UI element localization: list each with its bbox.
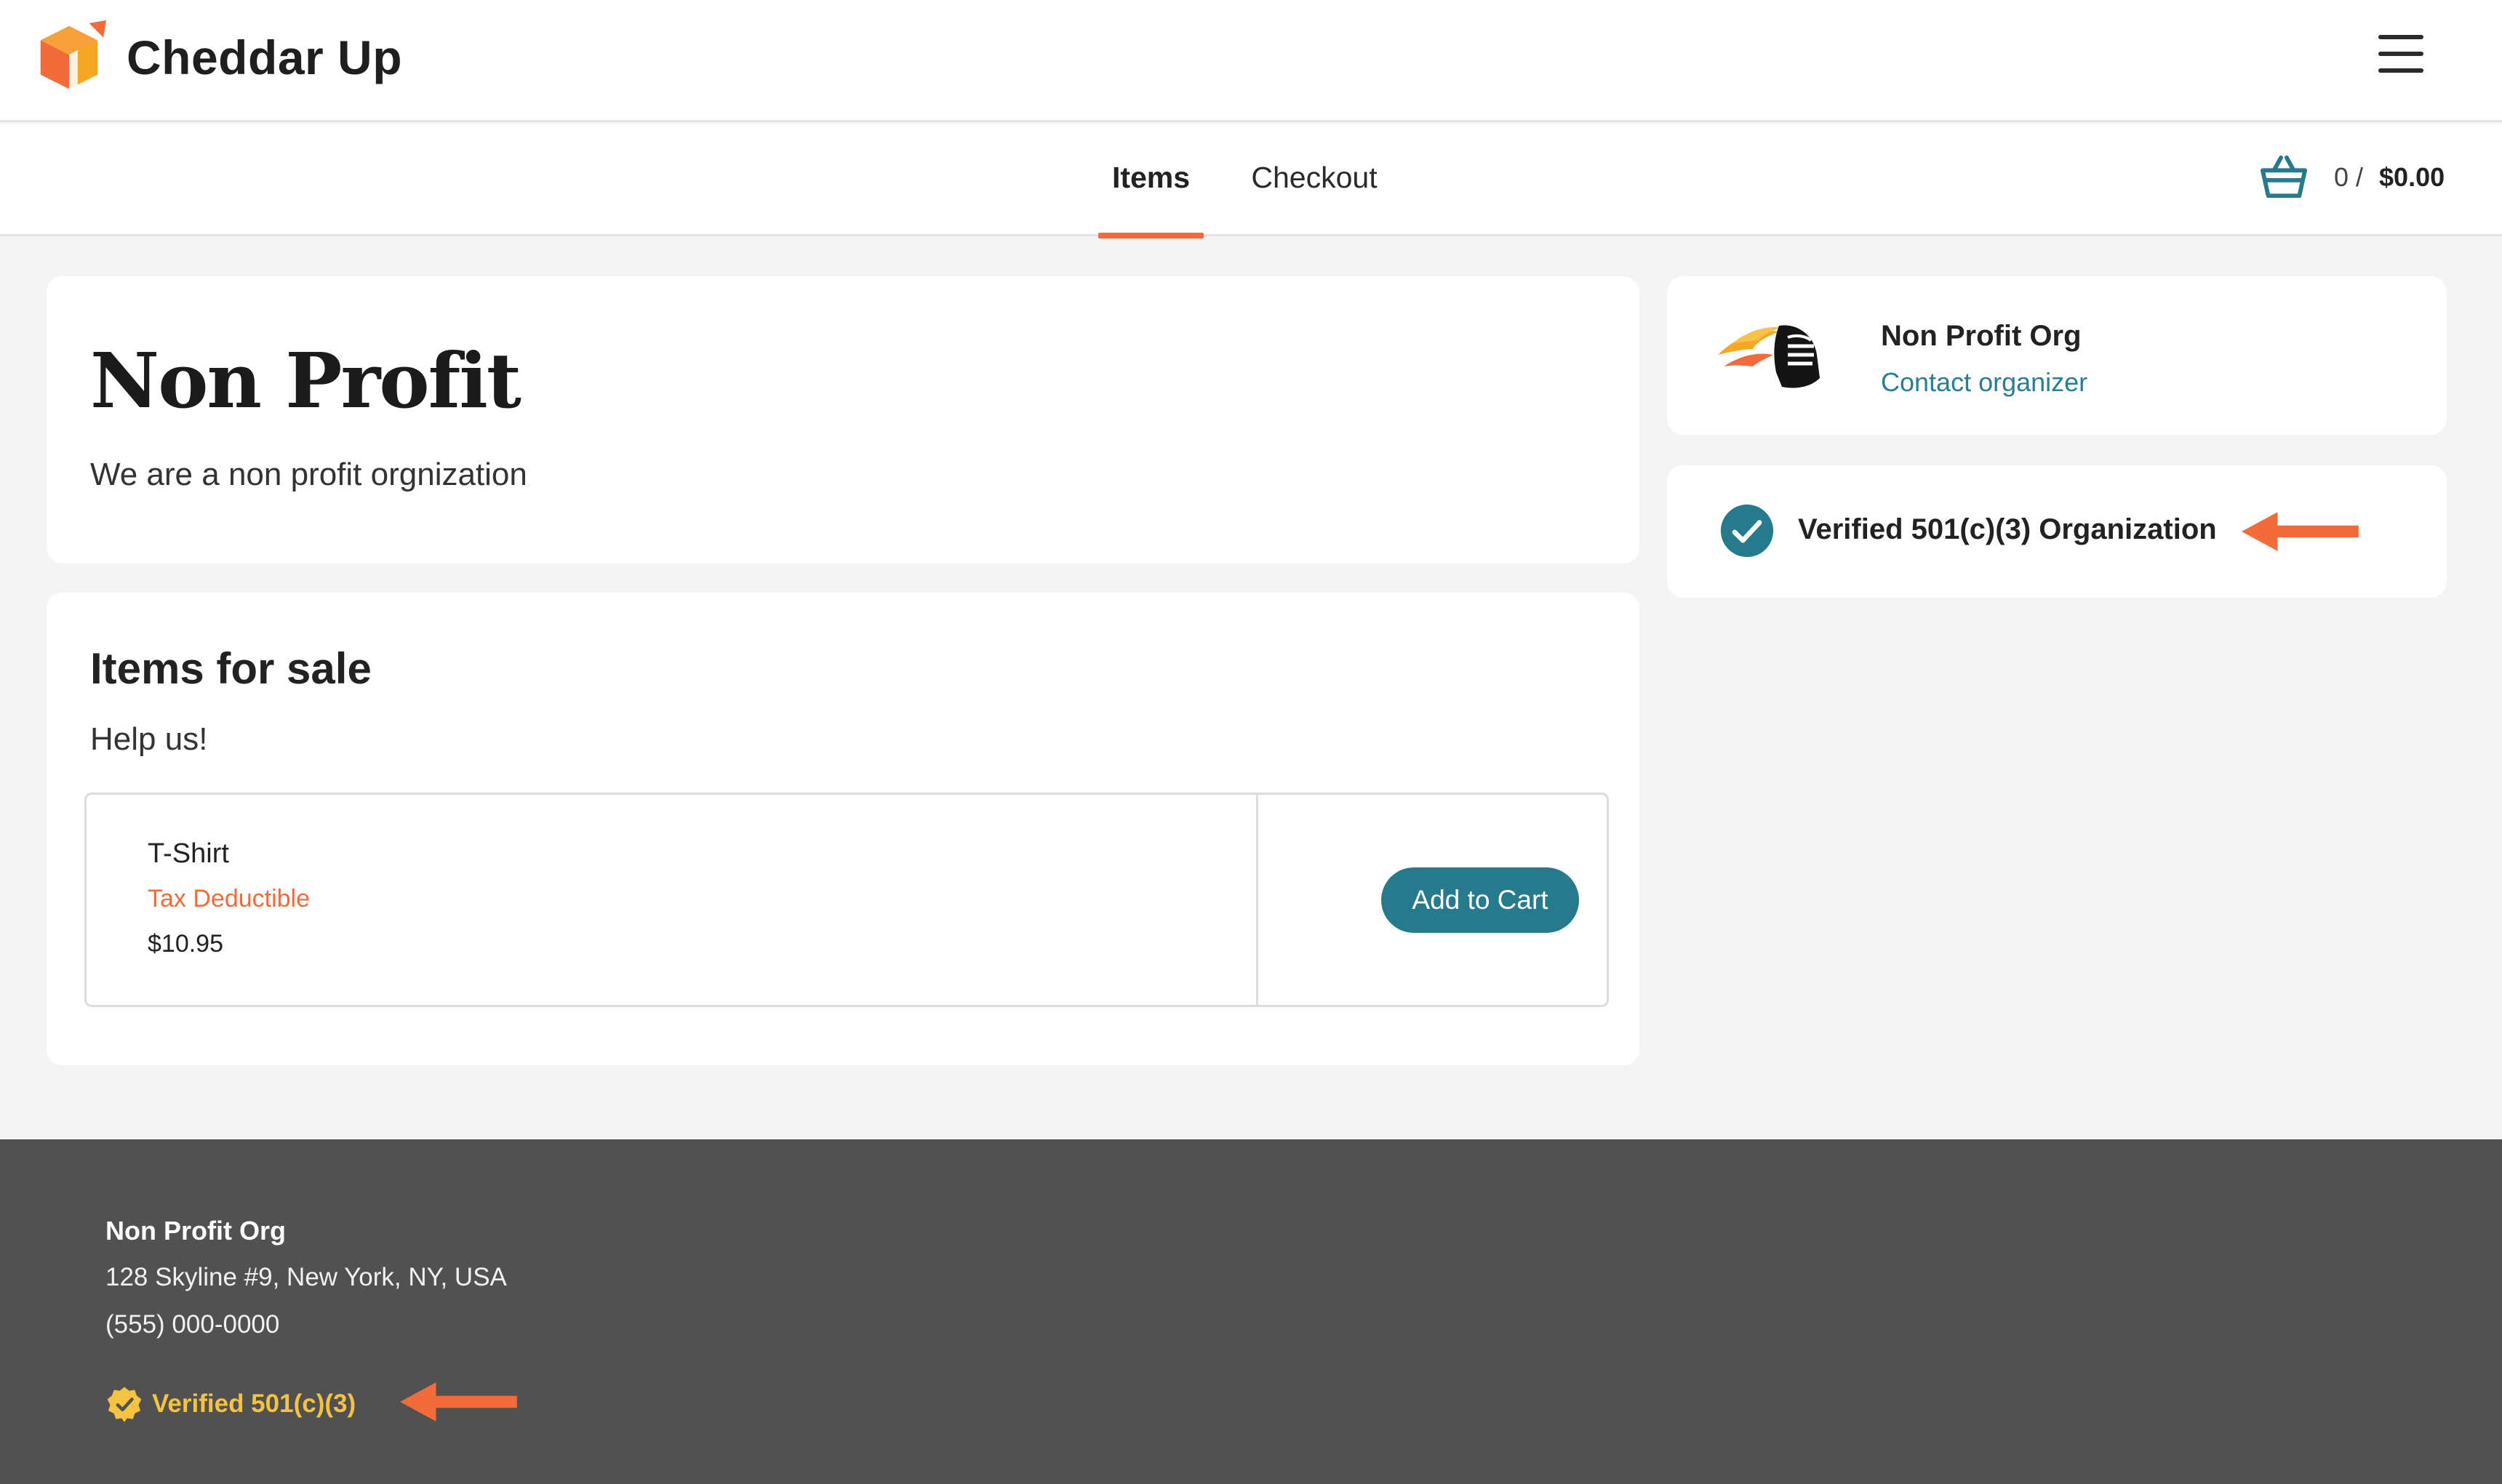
verified-seal-icon: [107, 1387, 142, 1422]
contact-organizer-link[interactable]: Contact organizer: [1881, 367, 2087, 398]
tab-bar: Items Checkout 0 / $0.00: [0, 124, 2502, 238]
list-item: T-Shirt Tax Deductible $10.95 Add to Car…: [84, 793, 1609, 1007]
item-price: $10.95: [148, 930, 223, 958]
collection-header-card: Non Profit We are a non profit orgnizati…: [47, 276, 1639, 563]
footer-verified-label: Verified 501(c)(3): [152, 1389, 356, 1418]
footer-phone: (555) 000-0000: [105, 1310, 280, 1339]
items-section: Items for sale Help us! T-Shirt Tax Dedu…: [47, 593, 1639, 1065]
annotation-arrow-icon: [2242, 512, 2359, 551]
annotation-arrow-icon: [400, 1382, 517, 1421]
tab-checkout[interactable]: Checkout: [1245, 124, 1383, 236]
organizer-name: Non Profit Org: [1881, 320, 2082, 352]
basket-icon: [2260, 155, 2308, 198]
items-section-title: Items for sale: [90, 644, 372, 693]
item-tax-tag: Tax Deductible: [148, 885, 311, 913]
footer-verified-badge: Verified 501(c)(3): [105, 1385, 356, 1423]
knight-helmet-logo-icon: [1718, 325, 1820, 388]
top-header: Cheddar Up: [0, 0, 2502, 122]
cart-total: $0.00: [2379, 162, 2445, 192]
check-circle-icon: [1720, 504, 1774, 558]
item-divider: [1256, 795, 1258, 1005]
hamburger-menu-icon[interactable]: [2378, 35, 2423, 76]
page-description: We are a non profit orgnization: [90, 457, 527, 492]
cart-summary[interactable]: 0 / $0.00: [2258, 153, 2445, 201]
brand-name: Cheddar Up: [127, 31, 403, 84]
verified-organization-label: Verified 501(c)(3) Organization: [1798, 513, 2217, 545]
cheddar-up-box-logo-icon: [40, 20, 107, 89]
verification-card: Verified 501(c)(3) Organization: [1667, 465, 2447, 598]
add-to-cart-button[interactable]: Add to Cart: [1381, 867, 1579, 933]
items-section-subtitle: Help us!: [90, 721, 208, 757]
item-name: T-Shirt: [148, 838, 229, 869]
cart-count: 0 /: [2334, 162, 2364, 192]
footer-address: 128 Skyline #9, New York, NY, USA: [105, 1263, 507, 1291]
organizer-card: Non Profit Org Contact organizer: [1667, 276, 2447, 435]
page-title: Non Profit: [90, 336, 521, 425]
brand-logo[interactable]: Cheddar Up: [26, 17, 402, 97]
footer: Non Profit Org 128 Skyline #9, New York,…: [0, 1139, 2502, 1484]
footer-org-name: Non Profit Org: [105, 1216, 286, 1246]
tab-items[interactable]: Items: [1098, 124, 1204, 238]
